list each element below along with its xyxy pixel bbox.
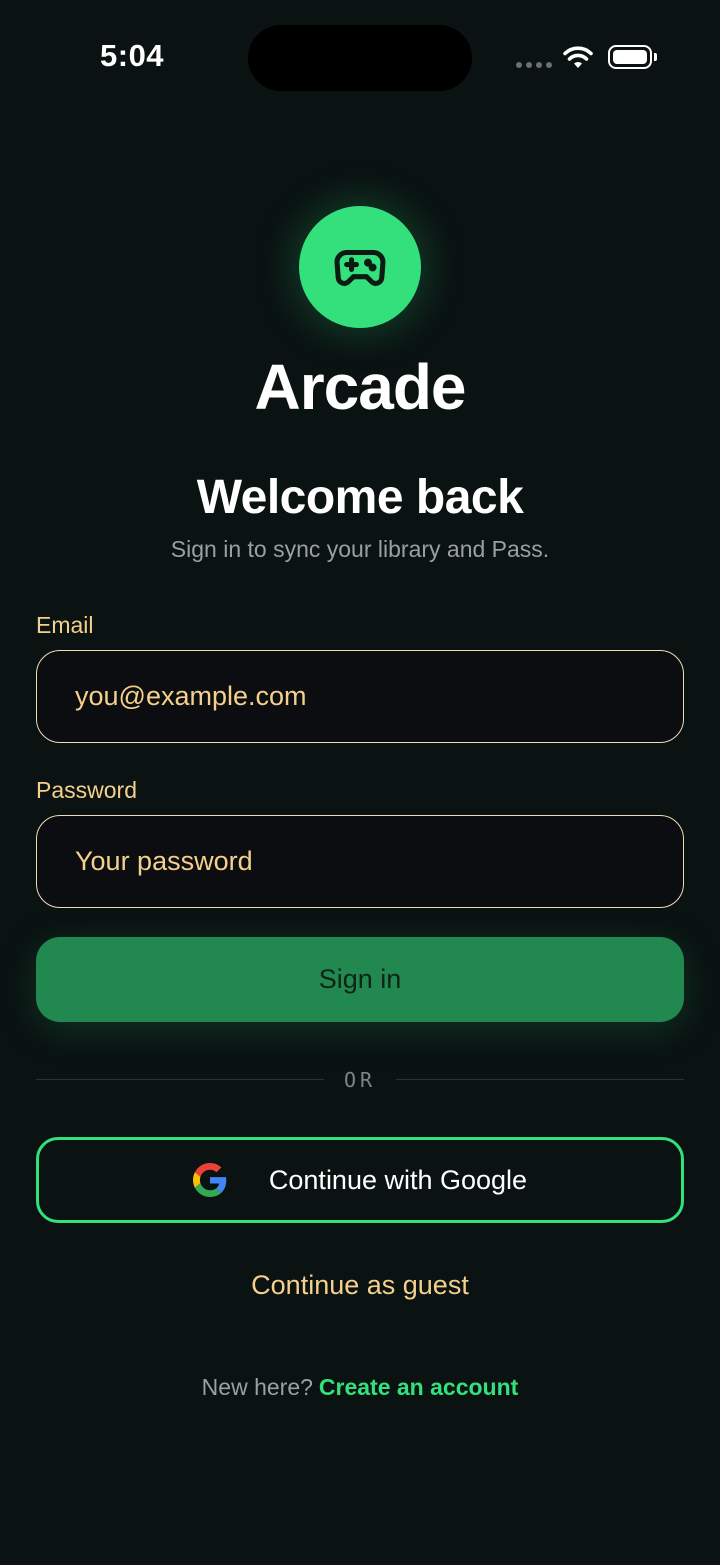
app-logo	[299, 206, 421, 328]
divider-or-label: OR	[343, 1068, 377, 1092]
welcome-subtitle: Sign in to sync your library and Pass.	[170, 536, 550, 562]
signup-prompt: New here? Create an account	[0, 1374, 720, 1401]
email-field[interactable]	[36, 650, 684, 743]
password-field[interactable]	[36, 815, 684, 908]
google-button-label: Continue with Google	[268, 1164, 528, 1195]
continue-as-guest-link[interactable]: Continue as guest	[0, 1270, 720, 1301]
email-label: Email	[36, 612, 94, 638]
cellular-signal-icon	[516, 62, 552, 70]
dynamic-island	[248, 25, 472, 91]
status-time: 5:04	[100, 38, 165, 73]
sign-in-button-label: Sign in	[318, 964, 402, 994]
wifi-icon	[563, 46, 593, 68]
divider-line-right	[396, 1079, 684, 1080]
gamepad-icon	[334, 249, 386, 286]
signup-prompt-text: New here?	[201, 1374, 313, 1400]
continue-with-google-button[interactable]: Continue with Google	[36, 1137, 684, 1223]
status-bar: 5:04	[0, 0, 720, 110]
welcome-heading: Welcome back	[196, 471, 524, 524]
password-label: Password	[36, 777, 137, 803]
sign-in-button[interactable]: Sign in	[36, 937, 684, 1022]
battery-icon	[608, 45, 658, 71]
app-title: Arcade	[254, 351, 467, 423]
google-icon	[192, 1163, 227, 1197]
divider-line-left	[36, 1079, 324, 1080]
create-account-link[interactable]: Create an account	[319, 1374, 518, 1400]
